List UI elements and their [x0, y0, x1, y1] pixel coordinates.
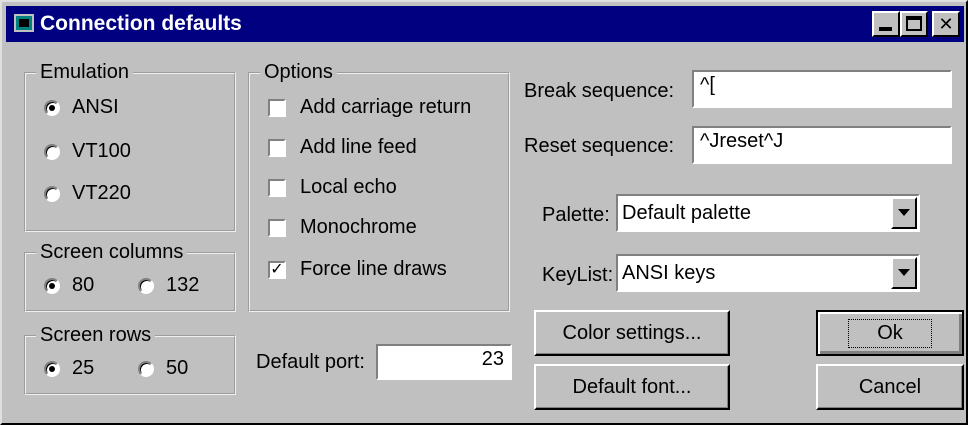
emulation-option-vt100[interactable]: VT100 — [44, 140, 131, 163]
checkbox-force-line-draws[interactable]: ✓ — [268, 260, 286, 279]
connection-defaults-dialog: Connection defaults ✕ Emulation ANSI VT1… — [0, 0, 968, 425]
columns-option-label: 80 — [72, 274, 95, 296]
emulation-option-ansi[interactable]: ANSI — [44, 96, 119, 119]
app-icon — [14, 14, 34, 32]
reset-sequence-input[interactable]: ^Jreset^J — [692, 126, 952, 164]
option-monochrome[interactable]: Monochrome — [268, 216, 417, 239]
screen-rows-legend: Screen rows — [36, 324, 156, 347]
break-sequence-input[interactable]: ^[ — [692, 70, 952, 108]
radio-rows-25[interactable] — [44, 360, 60, 377]
option-add-line-feed[interactable]: Add line feed — [268, 136, 417, 159]
rows-option-label: 25 — [72, 357, 95, 379]
emulation-group: Emulation ANSI VT100 VT220 — [24, 61, 236, 232]
emulation-legend: Emulation — [36, 61, 133, 84]
default-font-button[interactable]: Default font... — [534, 364, 730, 410]
palette-label: Palette: — [542, 204, 610, 226]
option-label: Add line feed — [300, 136, 417, 158]
radio-columns-132[interactable] — [138, 277, 154, 294]
default-port-input[interactable]: 23 — [376, 344, 512, 380]
emulation-option-label: ANSI — [72, 96, 119, 118]
close-icon: ✕ — [938, 14, 954, 34]
ok-button[interactable]: Ok — [816, 310, 964, 356]
screen-columns-legend: Screen columns — [36, 241, 188, 264]
maximize-button[interactable] — [900, 11, 928, 37]
option-label: Add carriage return — [300, 96, 472, 118]
radio-vt220[interactable] — [44, 185, 60, 202]
ok-button-label: Ok — [848, 318, 932, 348]
columns-option-80[interactable]: 80 — [44, 274, 94, 297]
option-add-carriage-return[interactable]: Add carriage return — [268, 96, 471, 119]
radio-ansi[interactable] — [44, 99, 60, 116]
window-title: Connection defaults — [40, 12, 242, 35]
maximize-icon — [906, 16, 922, 31]
option-label: Local echo — [300, 176, 397, 198]
rows-option-label: 50 — [166, 357, 189, 379]
screen-columns-group: Screen columns 80 132 — [24, 241, 236, 312]
keylist-label: KeyList: — [542, 264, 614, 286]
emulation-option-vt220[interactable]: VT220 — [44, 182, 131, 205]
options-group: Options Add carriage return Add line fee… — [248, 61, 510, 312]
palette-value: Default palette — [622, 202, 751, 224]
keylist-dropdown-icon[interactable] — [891, 257, 917, 289]
minimize-icon — [879, 27, 892, 31]
color-settings-button[interactable]: Color settings... — [534, 310, 730, 356]
title-bar[interactable]: Connection defaults ✕ — [6, 6, 964, 42]
radio-rows-50[interactable] — [138, 360, 154, 377]
columns-option-label: 132 — [166, 274, 200, 296]
palette-select[interactable]: Default palette — [616, 194, 920, 232]
options-legend: Options — [260, 61, 337, 84]
close-button[interactable]: ✕ — [932, 11, 960, 37]
option-local-echo[interactable]: Local echo — [268, 176, 397, 199]
option-label: Force line draws — [300, 258, 447, 280]
emulation-option-label: VT220 — [72, 182, 131, 204]
keylist-value: ANSI keys — [622, 262, 716, 284]
break-sequence-label: Break sequence: — [524, 80, 675, 102]
keylist-select[interactable]: ANSI keys — [616, 254, 920, 292]
checkbox-add-line-feed[interactable] — [268, 138, 286, 157]
option-force-line-draws[interactable]: ✓ Force line draws — [268, 258, 447, 281]
cancel-button[interactable]: Cancel — [816, 364, 964, 410]
radio-vt100[interactable] — [44, 143, 60, 160]
radio-columns-80[interactable] — [44, 277, 60, 294]
rows-option-50[interactable]: 50 — [138, 357, 188, 380]
default-port-label: Default port: — [256, 351, 365, 373]
checkbox-local-echo[interactable] — [268, 178, 286, 197]
reset-sequence-label: Reset sequence: — [524, 135, 675, 157]
emulation-option-label: VT100 — [72, 140, 131, 162]
minimize-button[interactable] — [872, 11, 900, 37]
checkbox-add-carriage-return[interactable] — [268, 98, 286, 117]
palette-dropdown-icon[interactable] — [891, 197, 917, 229]
screen-rows-group: Screen rows 25 50 — [24, 324, 236, 395]
rows-option-25[interactable]: 25 — [44, 357, 94, 380]
checkbox-monochrome[interactable] — [268, 218, 286, 237]
option-label: Monochrome — [300, 216, 417, 238]
columns-option-132[interactable]: 132 — [138, 274, 199, 297]
